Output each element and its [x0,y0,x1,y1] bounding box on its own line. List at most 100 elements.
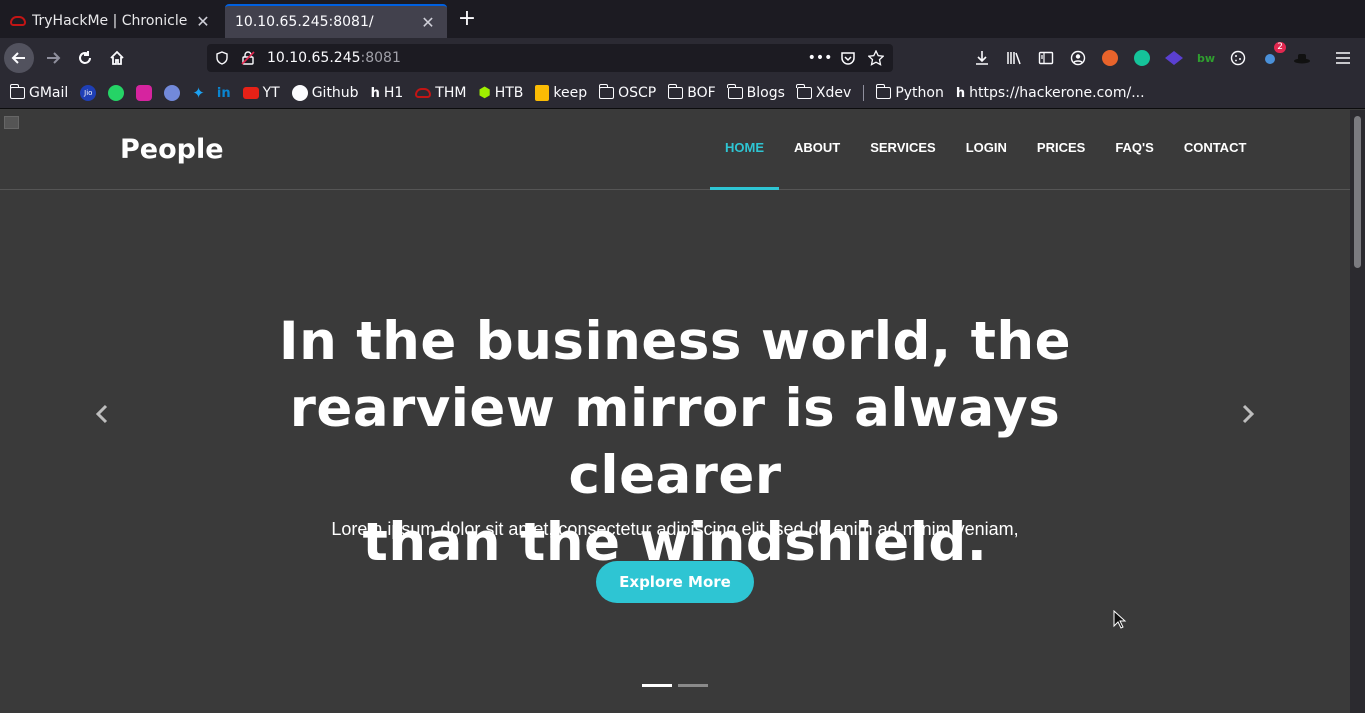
extension-badge: 2 [1274,42,1286,53]
grammarly-icon[interactable] [1130,46,1154,70]
bookmark-jio[interactable]: Jio [80,85,97,101]
nav-faqs[interactable]: FAQ'S [1100,140,1169,190]
nav-login[interactable]: LOGIN [951,140,1022,190]
bw-extension-icon[interactable]: bw [1194,46,1218,70]
insecure-lock-icon[interactable] [237,47,259,69]
scrollbar-thumb[interactable] [1354,116,1361,268]
instagram-icon [136,85,153,101]
carousel-indicator-2[interactable] [678,684,708,687]
home-button[interactable] [102,43,132,73]
bookmark-discord[interactable] [164,85,181,101]
nav-home[interactable]: HOME [710,140,779,190]
page-actions-icon[interactable]: ••• [808,47,833,69]
tab-title: 10.10.65.245:8081/ [235,14,374,30]
tryhackme-icon [10,16,26,26]
twitter-icon: ✦ [192,84,205,102]
web-page: People HOME ABOUT SERVICES LOGIN PRICES … [0,110,1350,713]
folder-icon [9,84,25,99]
shield-icon[interactable] [211,47,233,69]
bookmark-gmail[interactable]: GMail [9,84,69,101]
nav-services[interactable]: SERVICES [855,140,951,190]
bookmarks-toolbar: GMail Jio ✦ in YT Github h H1 THM ⬢ HTB ke… [0,78,1365,109]
bookmark-label: Xdev [815,85,852,101]
bookmark-label: Blogs [746,85,785,101]
navigation-toolbar: 10.10.65.245:8081 ••• bw 2 [0,38,1365,78]
carousel-indicators [642,684,708,687]
bookmark-twitter[interactable]: ✦ [192,84,205,102]
cookie-icon[interactable] [1226,46,1250,70]
hero-title-line: rearview mirror is always clearer [289,378,1061,506]
wappalyzer-icon[interactable] [1162,46,1186,70]
reload-button[interactable] [70,43,100,73]
folder-icon [875,84,892,99]
bookmark-label: Github [311,85,359,101]
bookmark-github[interactable]: Github [291,85,359,101]
discord-icon [164,85,181,101]
carousel-indicator-1[interactable] [642,684,672,687]
bookmark-htb[interactable]: ⬢ HTB [478,85,523,101]
foxyproxy-icon[interactable] [1098,46,1122,70]
tryhackme-icon [415,88,432,98]
hackerone-icon: h [955,85,966,101]
tab-bar: TryHackMe | Chronicle ✕ 10.10.65.245:808… [0,0,1365,38]
bookmark-oscp[interactable]: OSCP [598,84,656,101]
extension-with-badge-icon[interactable]: 2 [1258,42,1286,70]
bookmark-xdev[interactable]: Xdev [796,84,852,101]
library-icon[interactable] [1002,46,1026,70]
home-icon [110,50,124,65]
carousel-prev-button[interactable] [92,402,112,426]
back-button[interactable] [4,43,34,73]
bookmark-label: HTB [494,85,524,101]
bookmark-label: YT [262,85,280,101]
nav-contact[interactable]: CONTACT [1169,140,1262,190]
bookmark-label: GMail [29,85,69,101]
hamburger-menu-icon[interactable] [1331,46,1355,70]
carousel-next-button[interactable] [1238,402,1258,426]
explore-more-button[interactable]: Explore More [596,561,754,603]
tab-current[interactable]: 10.10.65.245:8081/ ✕ [225,4,447,38]
url-text[interactable]: 10.10.65.245:8081 [267,50,809,66]
pocket-icon[interactable] [837,47,859,69]
bookmark-label: THM [435,85,467,101]
folder-icon [796,84,812,99]
page-scrollbar[interactable] [1350,110,1365,713]
hackerone-icon: h [370,85,380,101]
hero-carousel: In the business world, the rearview mirr… [0,190,1350,713]
site-logo[interactable]: People [120,134,224,165]
folder-icon [667,84,684,99]
url-host: 10.10.65.245 [267,50,361,66]
downloads-icon[interactable] [970,46,994,70]
close-icon[interactable]: ✕ [194,12,212,31]
bookmark-python[interactable]: Python [875,84,944,101]
bookmark-label: BOF [687,85,716,101]
sidebar-icon[interactable] [1034,46,1058,70]
hero-subtitle: Lorem ipsum dolor sit amet, consectetur … [331,519,1019,539]
arrow-right-icon [47,52,61,64]
nav-prices[interactable]: PRICES [1022,140,1100,190]
bookmark-yt[interactable]: YT [242,85,280,101]
bookmark-label: H1 [383,85,404,101]
bookmark-thm[interactable]: THM [415,85,466,101]
youtube-icon [242,87,259,99]
bookmark-keep[interactable]: keep [535,85,587,101]
github-icon [291,85,308,101]
new-tab-button[interactable]: + [455,8,479,32]
bookmark-blogs[interactable]: Blogs [727,84,785,101]
close-icon[interactable]: ✕ [419,13,437,32]
bookmark-bof[interactable]: BOF [667,84,716,101]
tab-tryhackme[interactable]: TryHackMe | Chronicle ✕ [0,4,222,38]
bookmark-hackerone-link[interactable]: h https://hackerone.com/... [956,85,1145,101]
hat-icon[interactable] [1290,46,1314,70]
bookmark-whatsapp[interactable] [108,85,125,101]
bookmark-h1[interactable]: h H1 [371,85,404,101]
bookmark-instagram[interactable] [136,85,153,101]
bookmark-label: Python [895,85,944,101]
bookmark-star-icon[interactable] [865,47,887,69]
nav-about[interactable]: ABOUT [779,140,855,190]
address-bar[interactable]: 10.10.65.245:8081 ••• [207,44,893,72]
mouse-cursor-icon [1113,610,1127,629]
bookmark-linkedin[interactable]: in [217,86,231,101]
reload-icon [79,51,91,64]
forward-button[interactable] [38,43,68,73]
account-icon[interactable] [1066,46,1090,70]
